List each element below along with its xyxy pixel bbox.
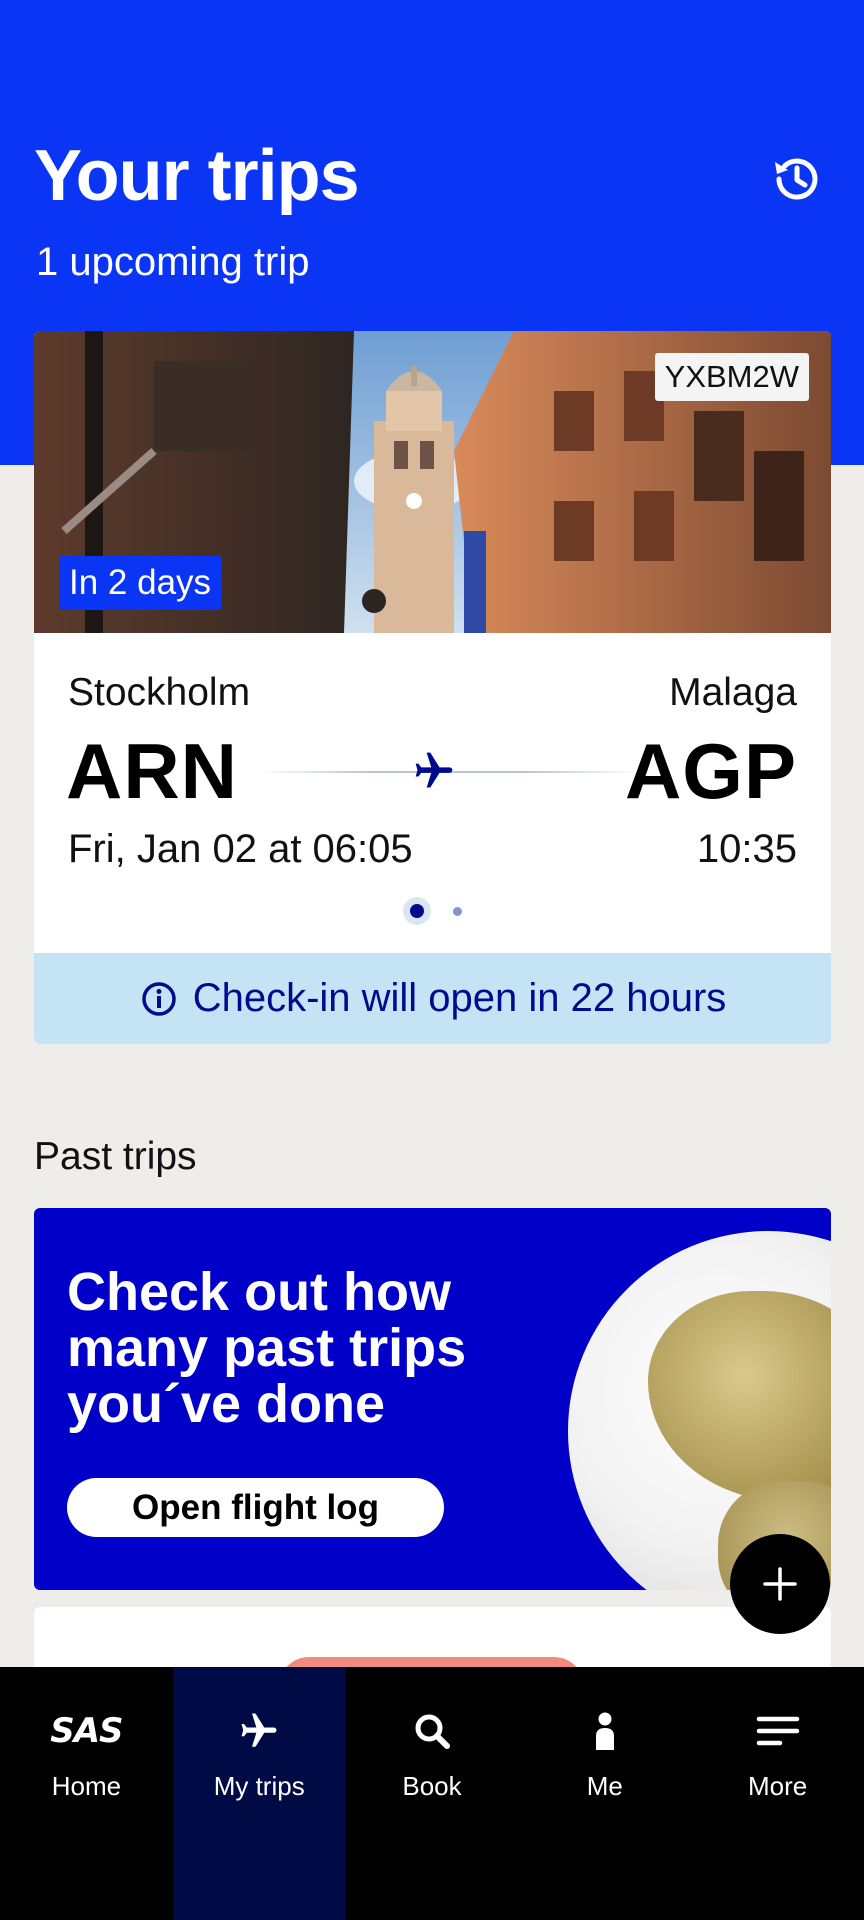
checkin-notice-text: Check-in will open in 22 hours [192,976,727,1020]
search-icon [408,1707,456,1755]
nav-item-book[interactable]: Book [346,1667,519,1920]
nav-item-my-trips[interactable]: My trips [172,1667,346,1920]
sas-logo-icon: SAS [50,1711,123,1751]
menu-icon [754,1707,802,1755]
upcoming-trip-card[interactable]: YXBM2W In 2 days Stockholm Malaga ARN AG… [34,331,831,1044]
history-icon[interactable] [770,152,824,206]
open-flight-log-button[interactable]: Open flight log [67,1478,444,1537]
origin-city: Stockholm [68,671,251,714]
carousel-indicator[interactable] [34,897,831,925]
carousel-dot-active[interactable] [403,897,431,925]
upcoming-trip-count: 1 upcoming trip [36,240,310,284]
countdown-badge: In 2 days [59,556,222,610]
destination-airport-code: AGP [624,727,797,815]
add-trip-button[interactable] [730,1534,830,1634]
nav-label-book: Book [402,1771,462,1801]
past-trips-heading: Past trips [34,1135,197,1178]
booking-reference: YXBM2W [654,353,809,401]
nav-item-me[interactable]: Me [518,1667,691,1920]
person-icon [581,1707,629,1755]
arrival-time: 10:35 [696,827,797,871]
nav-label-my-trips: My trips [213,1771,305,1801]
departure-time: Fri, Jan 02 at 06:05 [68,827,413,871]
plus-icon [763,1567,797,1601]
nav-label-more: More [747,1771,808,1801]
page-title: Your trips [34,136,360,216]
carousel-dot[interactable] [453,906,462,916]
destination-city: Malaga [669,671,797,714]
info-icon [141,981,176,1016]
checkin-notice: Check-in will open in 22 hours [34,953,831,1044]
bottom-navigation: SAS Home My trips Book Me More [0,1667,864,1920]
plane-icon [235,1707,283,1755]
nav-label-home: Home [51,1771,122,1801]
nav-label-me: Me [586,1771,623,1801]
flight-log-promo-card: Check out how many past trips you´ve don… [34,1208,831,1590]
plane-icon [412,749,456,793]
nav-item-more[interactable]: More [691,1667,864,1920]
promo-title: Check out how many past trips you´ve don… [67,1262,467,1434]
nav-item-home[interactable]: SAS Home [0,1667,173,1920]
origin-airport-code: ARN [66,727,238,815]
